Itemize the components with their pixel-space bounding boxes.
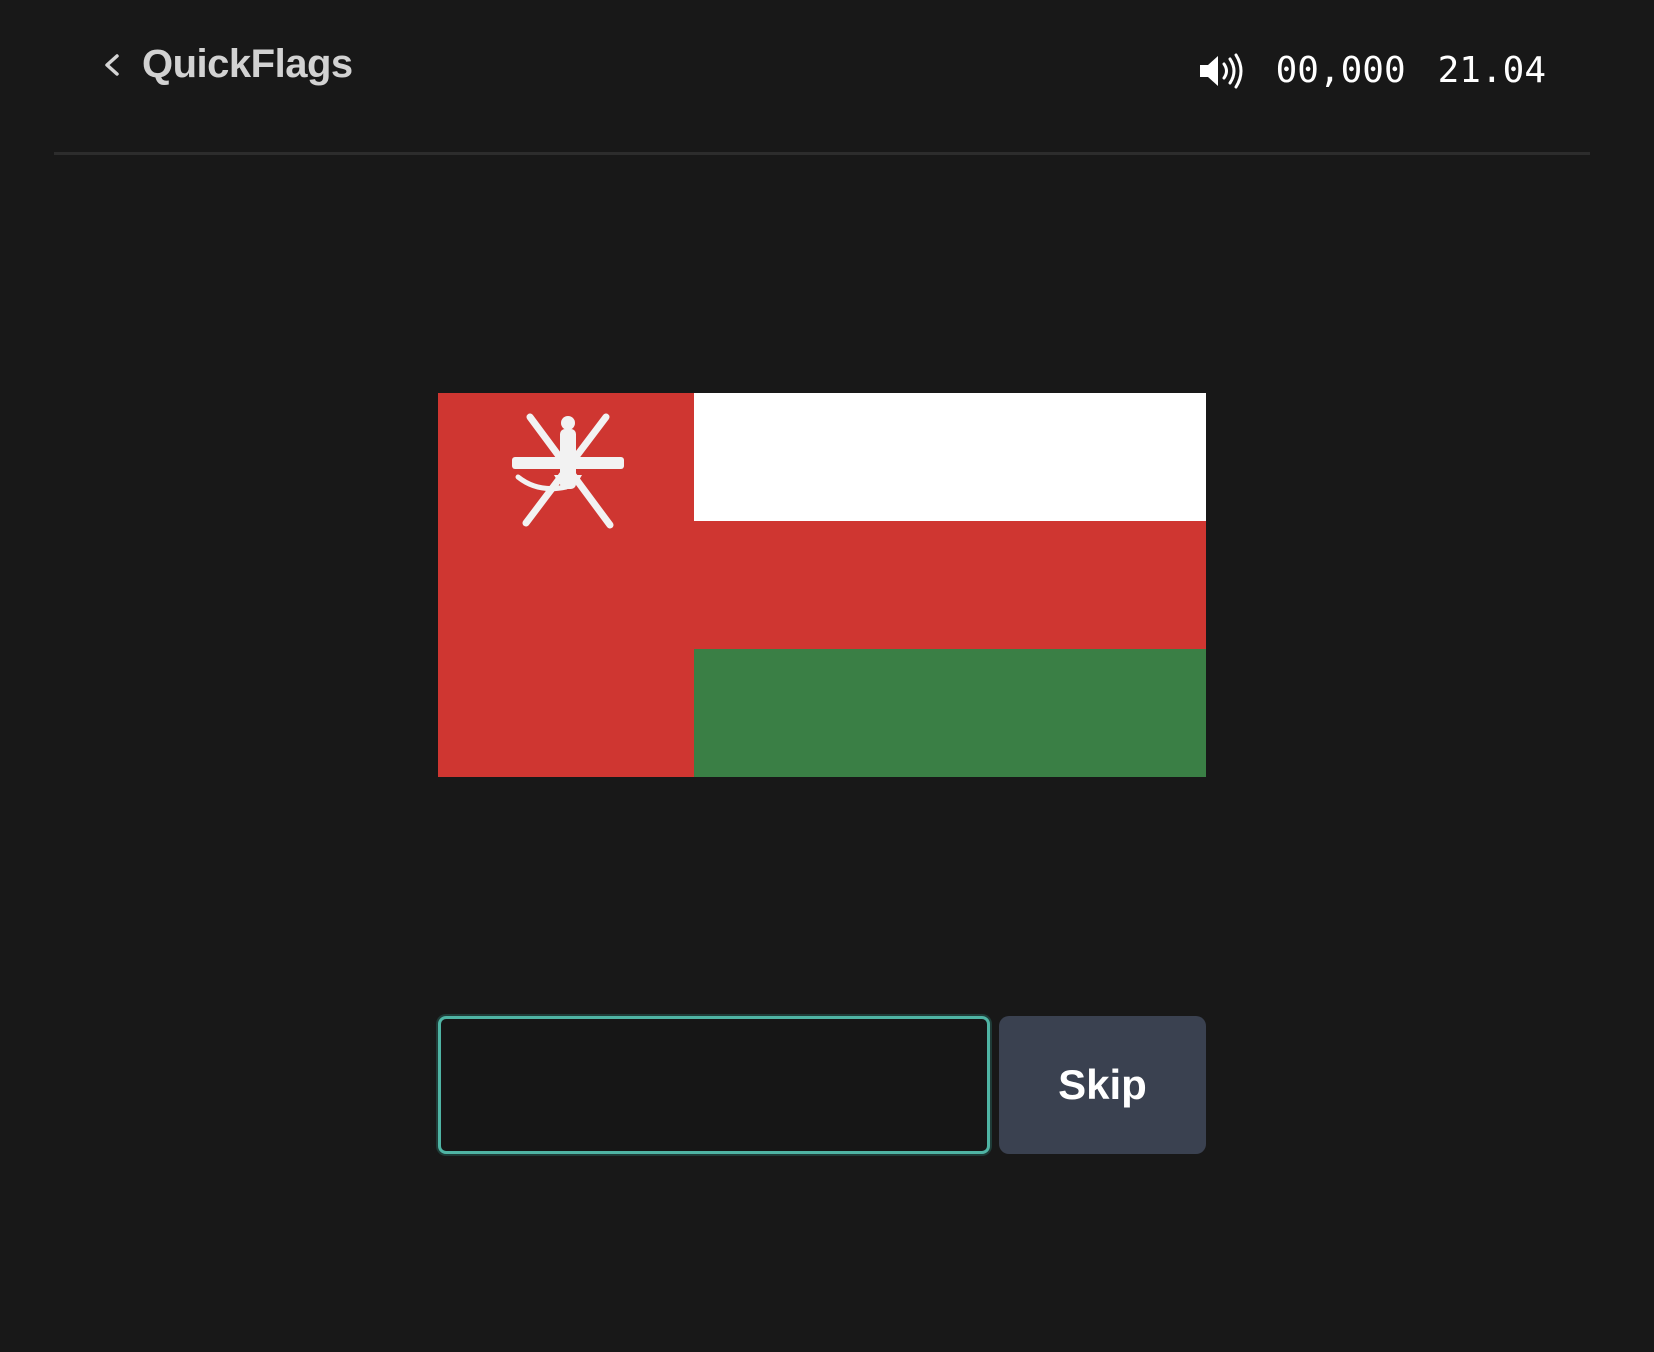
flag-white-stripe: [694, 393, 1206, 521]
skip-button[interactable]: Skip: [999, 1016, 1206, 1154]
flag-image: [438, 393, 1206, 777]
timer: 21.04: [1437, 50, 1546, 91]
stats-area: 00,000 21.04: [1198, 50, 1546, 91]
flag-green-stripe: [694, 649, 1206, 777]
app-title: QuickFlags: [142, 42, 353, 86]
chevron-left-icon: [105, 53, 119, 76]
answer-input[interactable]: [438, 1016, 990, 1154]
score-counter: 00,000: [1275, 50, 1406, 91]
back-button[interactable]: QuickFlags: [100, 42, 353, 87]
game-screen: QuickFlags 00,000 21.04 Skip: [0, 0, 1654, 1352]
top-bar: QuickFlags 00,000 21.04: [54, 0, 1590, 155]
speaker-volume-icon[interactable]: [1198, 51, 1246, 91]
